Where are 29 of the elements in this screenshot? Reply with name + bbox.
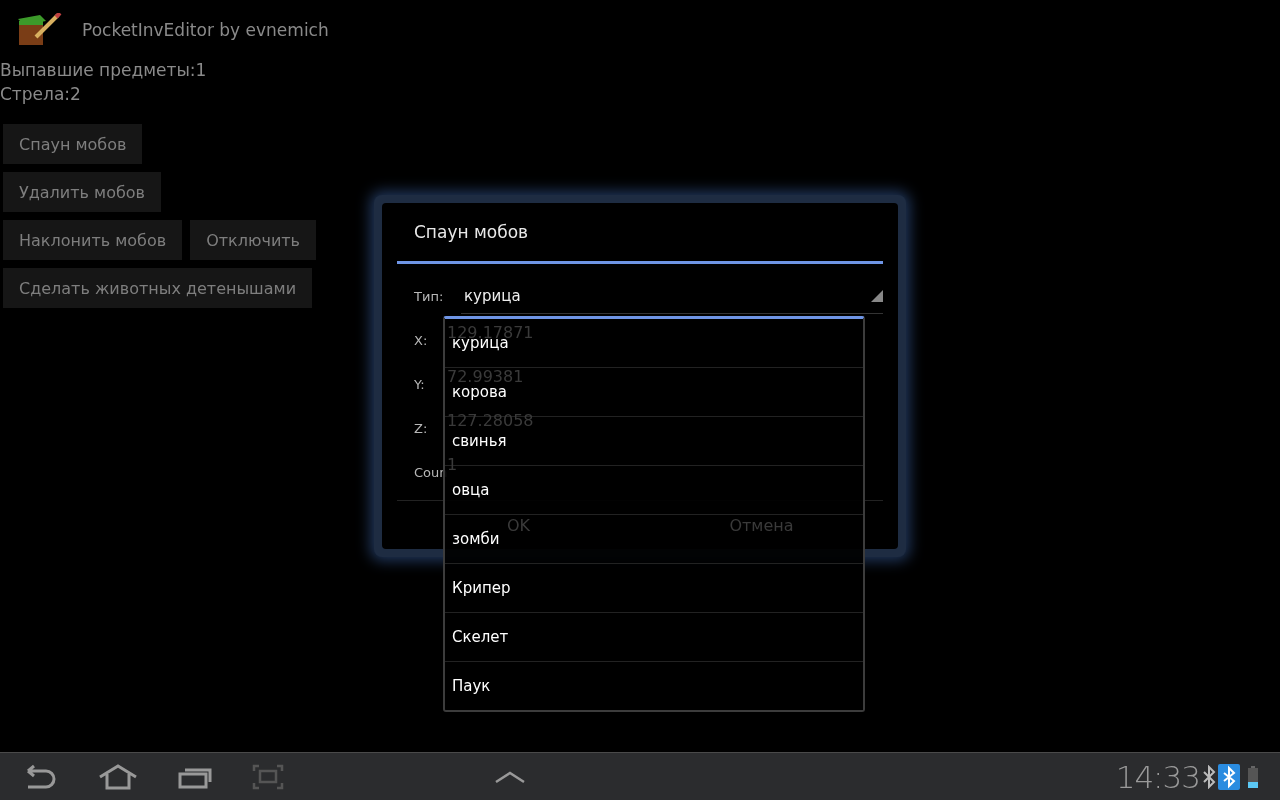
bluetooth-icon	[1218, 763, 1240, 790]
action-button[interactable]: Сделать животных детенышами	[3, 268, 313, 308]
home-icon[interactable]	[98, 763, 138, 790]
dropdown-option[interactable]: зомби	[452, 530, 500, 548]
dropdown-option[interactable]: Паук	[452, 677, 491, 695]
app-title: PocketInvEditor by evnemich	[82, 20, 329, 40]
bluetooth-icon	[1202, 764, 1216, 789]
field-label: X:	[414, 332, 429, 348]
info-text: Выпавшие предметы:1	[0, 59, 208, 82]
clock-time: 14:33	[1115, 758, 1200, 795]
action-button[interactable]: Спаун мобов	[3, 124, 143, 164]
action-button[interactable]: Отключить	[190, 220, 317, 260]
field-label: Тип:	[414, 288, 444, 304]
block-pencil-icon	[16, 13, 64, 47]
dropdown-option[interactable]: Скелет	[452, 628, 509, 646]
chevron-up-icon[interactable]	[494, 769, 526, 784]
action-button[interactable]: Удалить мобов	[3, 172, 162, 212]
dropdown-option[interactable]: Крипер	[452, 579, 511, 597]
dropdown-option[interactable]: корова	[452, 383, 507, 401]
field-label: Y:	[414, 376, 426, 392]
dropdown-triangle-icon	[871, 289, 883, 302]
type-dropdown[interactable]: курица	[461, 278, 883, 314]
battery-icon	[1248, 765, 1258, 788]
action-button[interactable]: Наклонить мобов	[3, 220, 183, 260]
dialog-title: Спаун мобов	[397, 203, 883, 264]
field-label: Z:	[414, 420, 429, 436]
dropdown-option[interactable]: овца	[452, 481, 490, 499]
info-text: Стрела:2	[0, 83, 82, 106]
dropdown-option[interactable]: свинья	[452, 432, 507, 450]
